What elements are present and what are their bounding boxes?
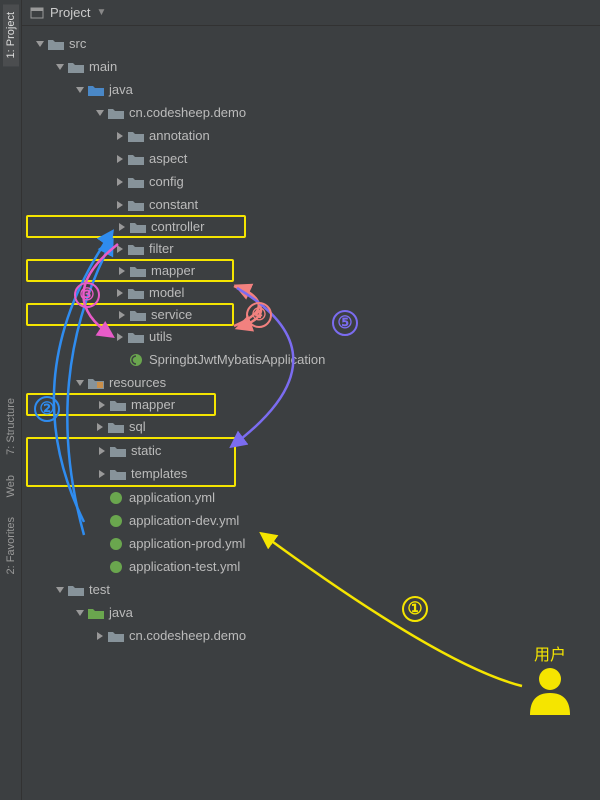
tree-node-config[interactable]: config	[26, 170, 600, 193]
package-icon	[128, 286, 144, 300]
collapse-icon[interactable]	[114, 153, 126, 165]
toolbar: Project ▼	[22, 0, 600, 26]
tree-node-templates[interactable]: templates	[28, 462, 234, 485]
package-icon	[128, 175, 144, 189]
toolbar-title: Project	[50, 5, 90, 20]
package-icon	[128, 152, 144, 166]
folder-icon	[108, 420, 124, 434]
tree-node-controller[interactable]: controller	[26, 215, 246, 238]
tree-node-annotation[interactable]: annotation	[26, 124, 600, 147]
tab-web[interactable]: Web	[3, 467, 19, 505]
tree-node-main[interactable]: main	[26, 55, 600, 78]
package-icon	[130, 308, 146, 322]
folder-icon	[68, 583, 84, 597]
project-icon	[30, 6, 44, 20]
tree-node-aspect[interactable]: aspect	[26, 147, 600, 170]
collapse-icon[interactable]	[96, 468, 108, 480]
expand-icon[interactable]	[74, 84, 86, 96]
tree-node-constant[interactable]: constant	[26, 193, 600, 216]
collapse-icon[interactable]	[114, 199, 126, 211]
package-icon	[108, 629, 124, 643]
collapse-icon[interactable]	[96, 399, 108, 411]
tree-node-java[interactable]: java	[26, 78, 600, 101]
folder-icon	[110, 398, 126, 412]
expand-icon[interactable]	[34, 38, 46, 50]
tree-node-test-pkg[interactable]: cn.codesheep.demo	[26, 624, 600, 647]
tree-node-app-test-yml[interactable]: application-test.yml	[26, 555, 600, 578]
spring-config-icon	[108, 491, 124, 505]
folder-icon	[110, 467, 126, 481]
tree-node-package[interactable]: cn.codesheep.demo	[26, 101, 600, 124]
folder-source-icon	[88, 83, 104, 97]
collapse-icon[interactable]	[114, 130, 126, 142]
tree-node-filter[interactable]: filter	[26, 237, 600, 260]
tree-node-res-mapper[interactable]: mapper	[26, 393, 216, 416]
spring-config-icon	[108, 560, 124, 574]
expand-icon[interactable]	[74, 607, 86, 619]
expand-icon[interactable]	[54, 584, 66, 596]
tab-favorites[interactable]: 2: Favorites	[3, 509, 19, 582]
tree-node-app-dev-yml[interactable]: application-dev.yml	[26, 509, 600, 532]
tree-node-model[interactable]: model	[26, 281, 600, 304]
folder-test-icon	[88, 606, 104, 620]
collapse-icon[interactable]	[96, 445, 108, 457]
tree-node-app-prod-yml[interactable]: application-prod.yml	[26, 532, 600, 555]
package-icon	[108, 106, 124, 120]
tab-project[interactable]: 1: Project	[3, 4, 19, 66]
spring-class-icon	[128, 353, 144, 367]
collapse-icon[interactable]	[116, 309, 128, 321]
package-icon	[128, 330, 144, 344]
folder-icon	[110, 444, 126, 458]
chevron-down-icon[interactable]: ▼	[96, 7, 106, 18]
collapse-icon[interactable]	[114, 176, 126, 188]
side-tabs: 1: Project 7: Structure Web 2: Favorites	[0, 0, 22, 800]
collapse-icon[interactable]	[114, 331, 126, 343]
expand-icon[interactable]	[94, 107, 106, 119]
expand-icon[interactable]	[74, 377, 86, 389]
tree-node-test-java[interactable]: java	[26, 601, 600, 624]
tree-node-app-yml[interactable]: application.yml	[26, 486, 600, 509]
package-icon	[130, 264, 146, 278]
tree-node-utils[interactable]: utils	[26, 325, 600, 348]
tree-node-mapper[interactable]: mapper	[26, 259, 234, 282]
tree-node-src[interactable]: src	[26, 32, 600, 55]
tree-node-sql[interactable]: sql	[26, 415, 600, 438]
package-icon	[128, 198, 144, 212]
tab-structure[interactable]: 7: Structure	[3, 390, 19, 463]
tree-node-service[interactable]: service	[26, 303, 234, 326]
folder-icon	[68, 60, 84, 74]
tree-node-test[interactable]: test	[26, 578, 600, 601]
expand-icon[interactable]	[54, 61, 66, 73]
folder-icon	[48, 37, 64, 51]
spring-config-icon	[108, 537, 124, 551]
collapse-icon[interactable]	[94, 630, 106, 642]
package-icon	[128, 242, 144, 256]
collapse-icon[interactable]	[114, 243, 126, 255]
collapse-icon[interactable]	[94, 421, 106, 433]
spring-config-icon	[108, 514, 124, 528]
tree-node-app-class[interactable]: SpringbtJwtMybatisApplication	[26, 348, 600, 371]
collapse-icon[interactable]	[116, 265, 128, 277]
collapse-icon[interactable]	[114, 287, 126, 299]
folder-resources-icon	[88, 376, 104, 390]
project-tree: src main java cn.codesheep.demo annotati	[22, 26, 600, 800]
tree-node-resources[interactable]: resources	[26, 371, 600, 394]
collapse-icon[interactable]	[116, 221, 128, 233]
package-icon	[128, 129, 144, 143]
tree-node-static[interactable]: static	[28, 439, 234, 462]
package-icon	[130, 220, 146, 234]
